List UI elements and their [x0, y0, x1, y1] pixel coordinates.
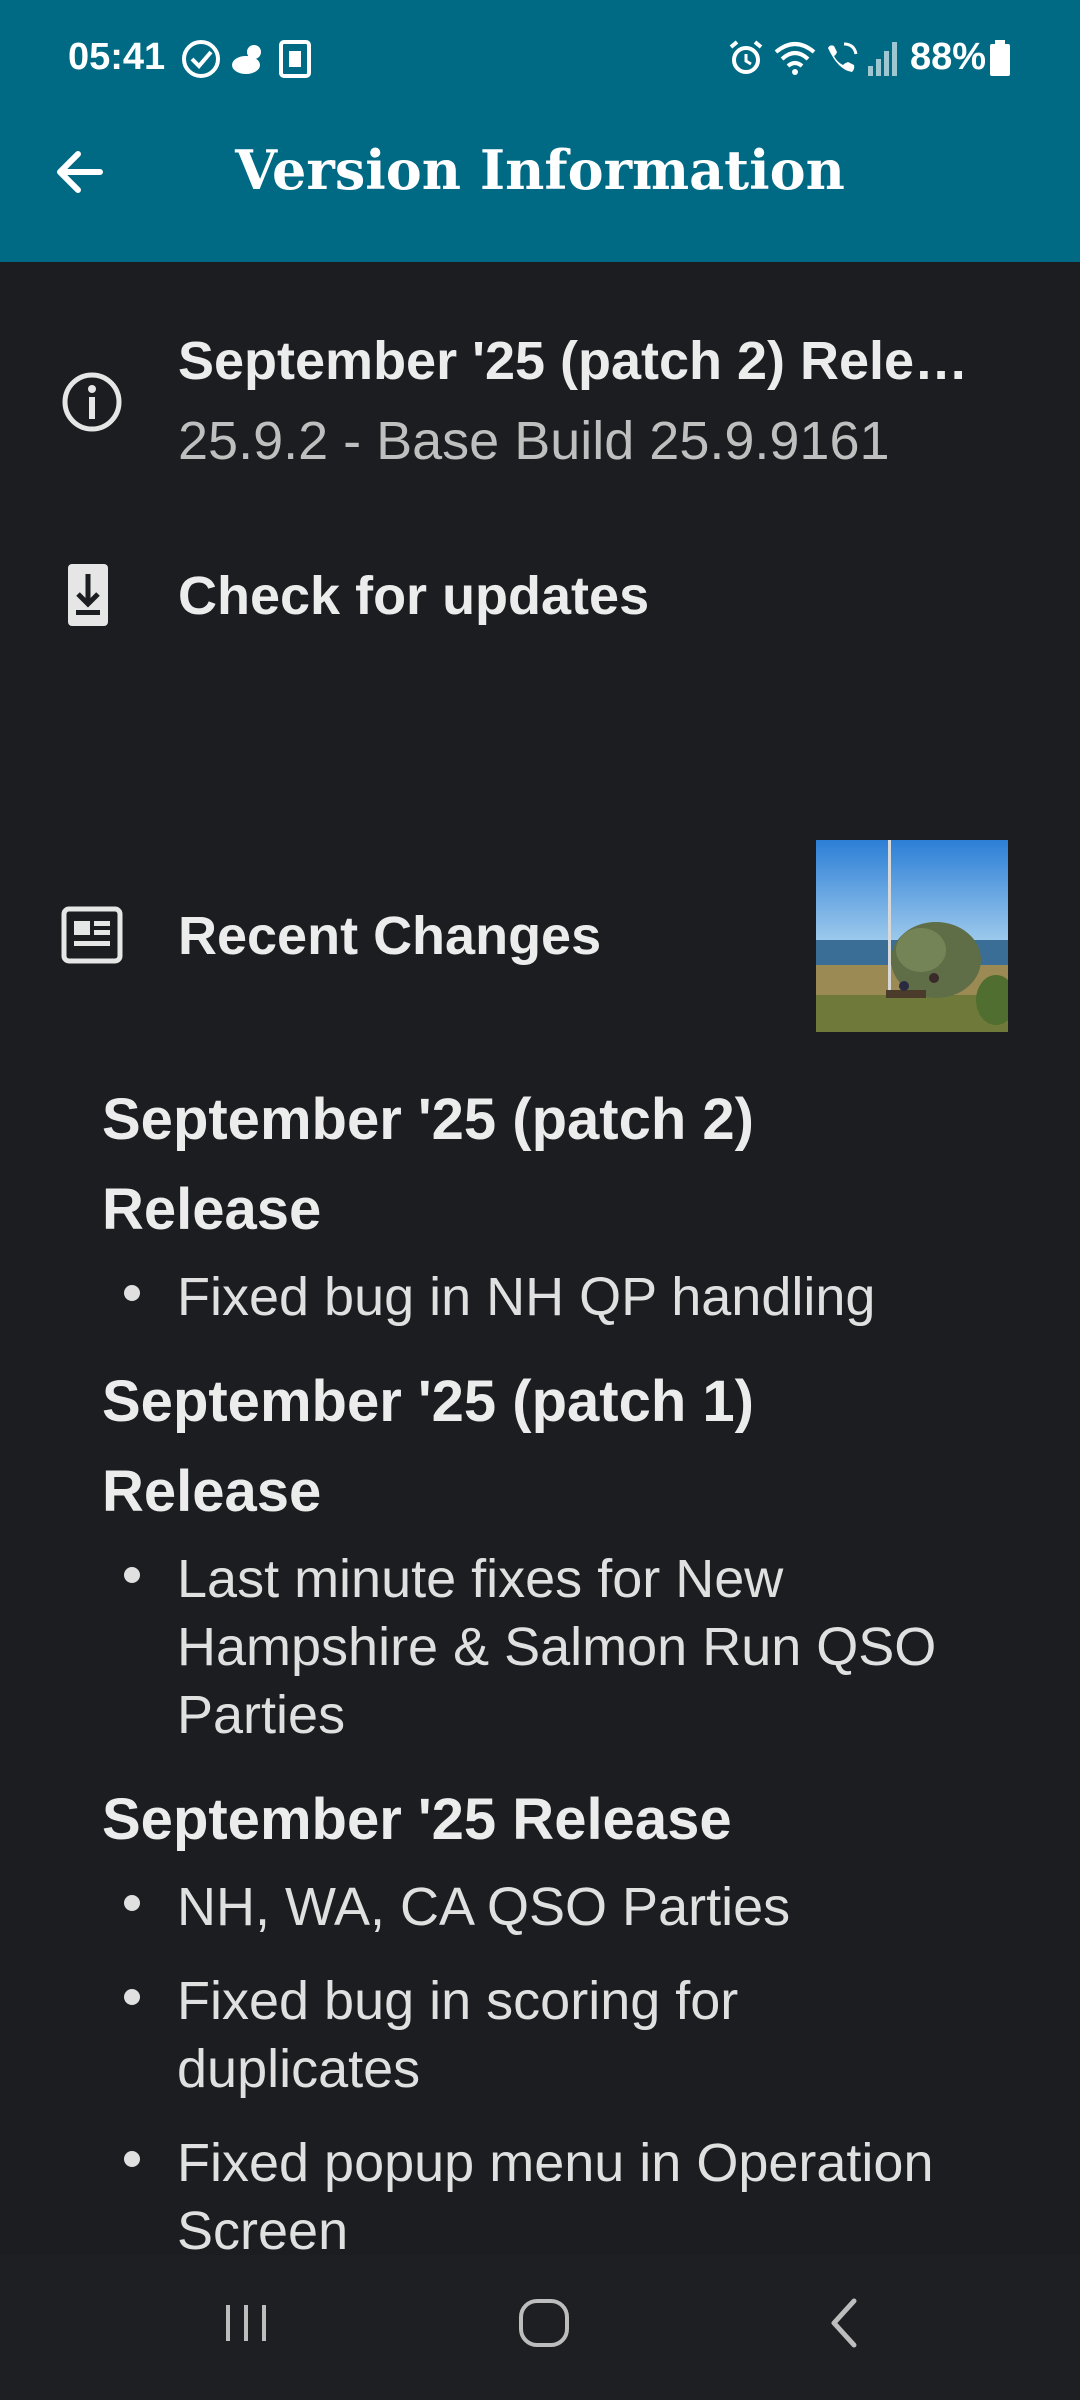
list-item: Fixed popup menu in Operation Screen	[102, 2129, 982, 2265]
version-subtitle: 25.9.2 - Base Build 25.9.9161	[178, 411, 890, 471]
list-item: Fixed bug in NH QP handling	[102, 1263, 982, 1331]
screen: 05:41 88% Version Information September …	[0, 0, 1080, 2400]
release-block: September '25 (patch 2) Release Fixed bu…	[102, 1075, 982, 1331]
newspaper-icon	[61, 906, 123, 964]
wifi-calling-icon	[828, 42, 858, 72]
cloud-sun-icon	[232, 45, 261, 74]
list-item: Fixed bug in scoring for duplicates	[102, 1967, 982, 2103]
back-icon[interactable]	[818, 2295, 874, 2351]
info-icon	[62, 372, 122, 432]
app-k-icon	[279, 40, 311, 78]
release-title: September '25 (patch 2) Release	[102, 1087, 754, 1242]
recents-icon[interactable]	[218, 2295, 274, 2351]
battery-icon	[990, 40, 1010, 76]
check-updates-label: Check for updates	[178, 566, 650, 626]
beach-antenna-photo	[816, 840, 1008, 1032]
release-block: September '25 (patch 1) Release Last min…	[102, 1357, 982, 1749]
page-title: Version Information	[235, 138, 845, 202]
recent-changes-label: Recent Changes	[178, 906, 602, 966]
release-title: September '25 (patch 1) Release	[102, 1369, 754, 1524]
battery-percent: 88%	[910, 36, 987, 78]
changelog: September '25 (patch 2) Release Fixed bu…	[102, 1075, 982, 2291]
home-icon[interactable]	[515, 2295, 575, 2351]
wifi-icon	[774, 42, 816, 75]
alarm-icon	[729, 40, 763, 74]
header: 05:41 88% Version Information	[0, 0, 1080, 262]
status-bar: 05:41 88%	[0, 0, 1080, 118]
check-circle-icon	[182, 40, 220, 78]
status-time: 05:41	[68, 36, 166, 78]
release-block: September '25 Release NH, WA, CA QSO Par…	[102, 1775, 982, 2265]
system-nav-bar	[0, 2255, 1080, 2400]
list-item: NH, WA, CA QSO Parties	[102, 1873, 982, 1941]
version-title: September '25 (patch 2) Release	[178, 331, 998, 391]
signal-icon	[868, 42, 897, 76]
download-icon	[68, 564, 108, 626]
list-item: Last minute fixes for New Hampshire & Sa…	[102, 1545, 982, 1749]
release-title: September '25 Release	[102, 1787, 732, 1852]
